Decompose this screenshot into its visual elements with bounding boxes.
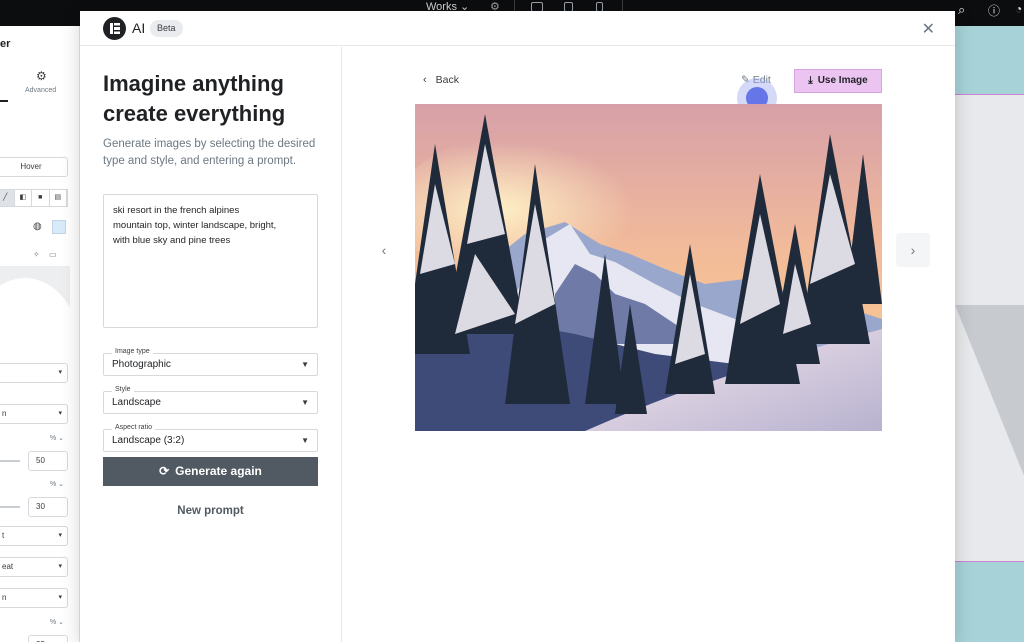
chevron-down-icon: ▾	[58, 532, 62, 539]
select-value: eat	[2, 562, 14, 571]
use-image-label: Use Image	[817, 75, 868, 86]
gear-icon[interactable]: ⚙	[36, 69, 47, 83]
slider[interactable]	[0, 460, 20, 462]
close-icon[interactable]: ✕	[922, 19, 935, 39]
chevron-down-icon: ▾	[58, 410, 62, 417]
select-field[interactable]: n ▾	[0, 404, 68, 424]
tab-advanced[interactable]: Advanced	[25, 87, 56, 94]
chevron-down-icon: ▾	[58, 594, 62, 601]
generated-image[interactable]	[415, 104, 882, 431]
download-icon: ⤓	[808, 75, 813, 86]
modal-header: AI Beta ✕	[80, 11, 955, 46]
use-image-button[interactable]: ⤓ Use Image	[794, 69, 882, 93]
next-image-button[interactable]: ›	[896, 233, 930, 267]
help-icon[interactable]: ⓘ	[988, 2, 1000, 19]
aspect-ratio-value: Landscape (3:2)	[112, 435, 185, 446]
chevron-down-icon: ▾	[58, 369, 62, 376]
hover-tab[interactable]: Hover	[0, 157, 68, 177]
select-value: t	[2, 531, 5, 540]
color-swatch[interactable]	[52, 220, 66, 234]
ai-image-modal: AI Beta ✕ Imagine anything create everyt…	[80, 11, 955, 642]
back-button[interactable]: ‹ Back	[423, 74, 459, 86]
chevron-down-icon: ▼	[301, 398, 309, 407]
globe-icon[interactable]: ◍	[33, 221, 42, 232]
beta-badge: Beta	[150, 20, 183, 37]
select-field[interactable]: ▾	[0, 363, 68, 383]
panel-title: er	[0, 38, 11, 50]
chevron-left-icon: ‹	[423, 74, 427, 86]
unit-selector[interactable]: % ⌄	[50, 480, 64, 488]
previous-image-button[interactable]: ‹	[367, 233, 401, 267]
elementor-logo-icon	[103, 17, 126, 40]
select-field[interactable]: n ▾	[0, 588, 68, 608]
generated-image-graphic	[415, 104, 882, 431]
chevron-down-icon: ▾	[58, 563, 62, 570]
image-type-value: Photographic	[112, 359, 171, 370]
chevron-left-icon: ‹	[381, 242, 387, 258]
notifications-icon[interactable]: ◔	[1015, 2, 1022, 16]
slideshow-icon[interactable]: ▤	[50, 190, 67, 206]
search-icon[interactable]: ⌕	[958, 2, 965, 18]
page-title: Imagine anything create everything	[103, 71, 286, 126]
image-preview[interactable]	[0, 266, 70, 348]
generate-again-button[interactable]: ⟳ Generate again	[103, 457, 318, 486]
slider[interactable]	[0, 506, 20, 508]
aspect-ratio-select[interactable]: Aspect ratio Landscape (3:2) ▼	[103, 422, 318, 452]
aspect-ratio-label: Aspect ratio	[112, 422, 155, 434]
canvas-section[interactable]	[955, 94, 1024, 562]
chevron-down-icon: ▼	[301, 436, 309, 445]
image-type-label: Image type	[112, 346, 153, 358]
result-panel: ‹ Back ✎ Edit ⤓ Use Image ‹ ›	[343, 47, 955, 642]
select-value: n	[2, 593, 7, 602]
number-input[interactable]: 25	[28, 635, 68, 642]
back-label: Back	[435, 74, 460, 86]
active-tab-indicator	[0, 100, 8, 102]
style-select[interactable]: Style Landscape ▼	[103, 384, 318, 414]
select-value: n	[2, 409, 7, 418]
chevron-down-icon: ▼	[301, 360, 309, 369]
number-input[interactable]: 50	[28, 451, 68, 471]
new-prompt-button[interactable]: New prompt	[103, 505, 318, 517]
refresh-icon: ⟳	[159, 464, 170, 478]
background-type-toggle[interactable]: ╱ ◧ ■ ▤	[0, 189, 68, 207]
select-field[interactable]: eat ▾	[0, 557, 68, 577]
chevron-right-icon: ›	[910, 242, 916, 258]
style-label: Style	[112, 384, 134, 396]
responsive-icon[interactable]: ▭	[49, 250, 57, 259]
video-icon[interactable]: ■	[32, 190, 50, 206]
modal-title: AI	[132, 20, 146, 36]
number-input[interactable]: 30	[28, 497, 68, 517]
generate-label: Generate again	[175, 464, 262, 478]
image-type-select[interactable]: Image type Photographic ▼	[103, 346, 318, 376]
style-value: Landscape	[112, 397, 161, 408]
unit-selector[interactable]: % ⌄	[50, 434, 64, 442]
page-canvas	[955, 26, 1024, 642]
ai-sparkle-icon[interactable]: ✧	[33, 250, 40, 259]
select-field[interactable]: t ▾	[0, 526, 68, 546]
gradient-icon[interactable]: ◧	[15, 190, 32, 206]
unit-selector[interactable]: % ⌄	[50, 618, 64, 626]
prompt-panel: Imagine anything create everything Gener…	[80, 47, 342, 642]
brush-icon[interactable]: ╱	[0, 190, 15, 206]
description: Generate images by selecting the desired…	[103, 138, 316, 167]
prompt-input[interactable]: ski resort in the french alpines mountai…	[103, 194, 318, 328]
editor-left-panel: er ⚙ Advanced Hover ╱ ◧ ■ ▤ ◍ ✧ ▭ ▾ n ▾ %…	[0, 26, 80, 642]
